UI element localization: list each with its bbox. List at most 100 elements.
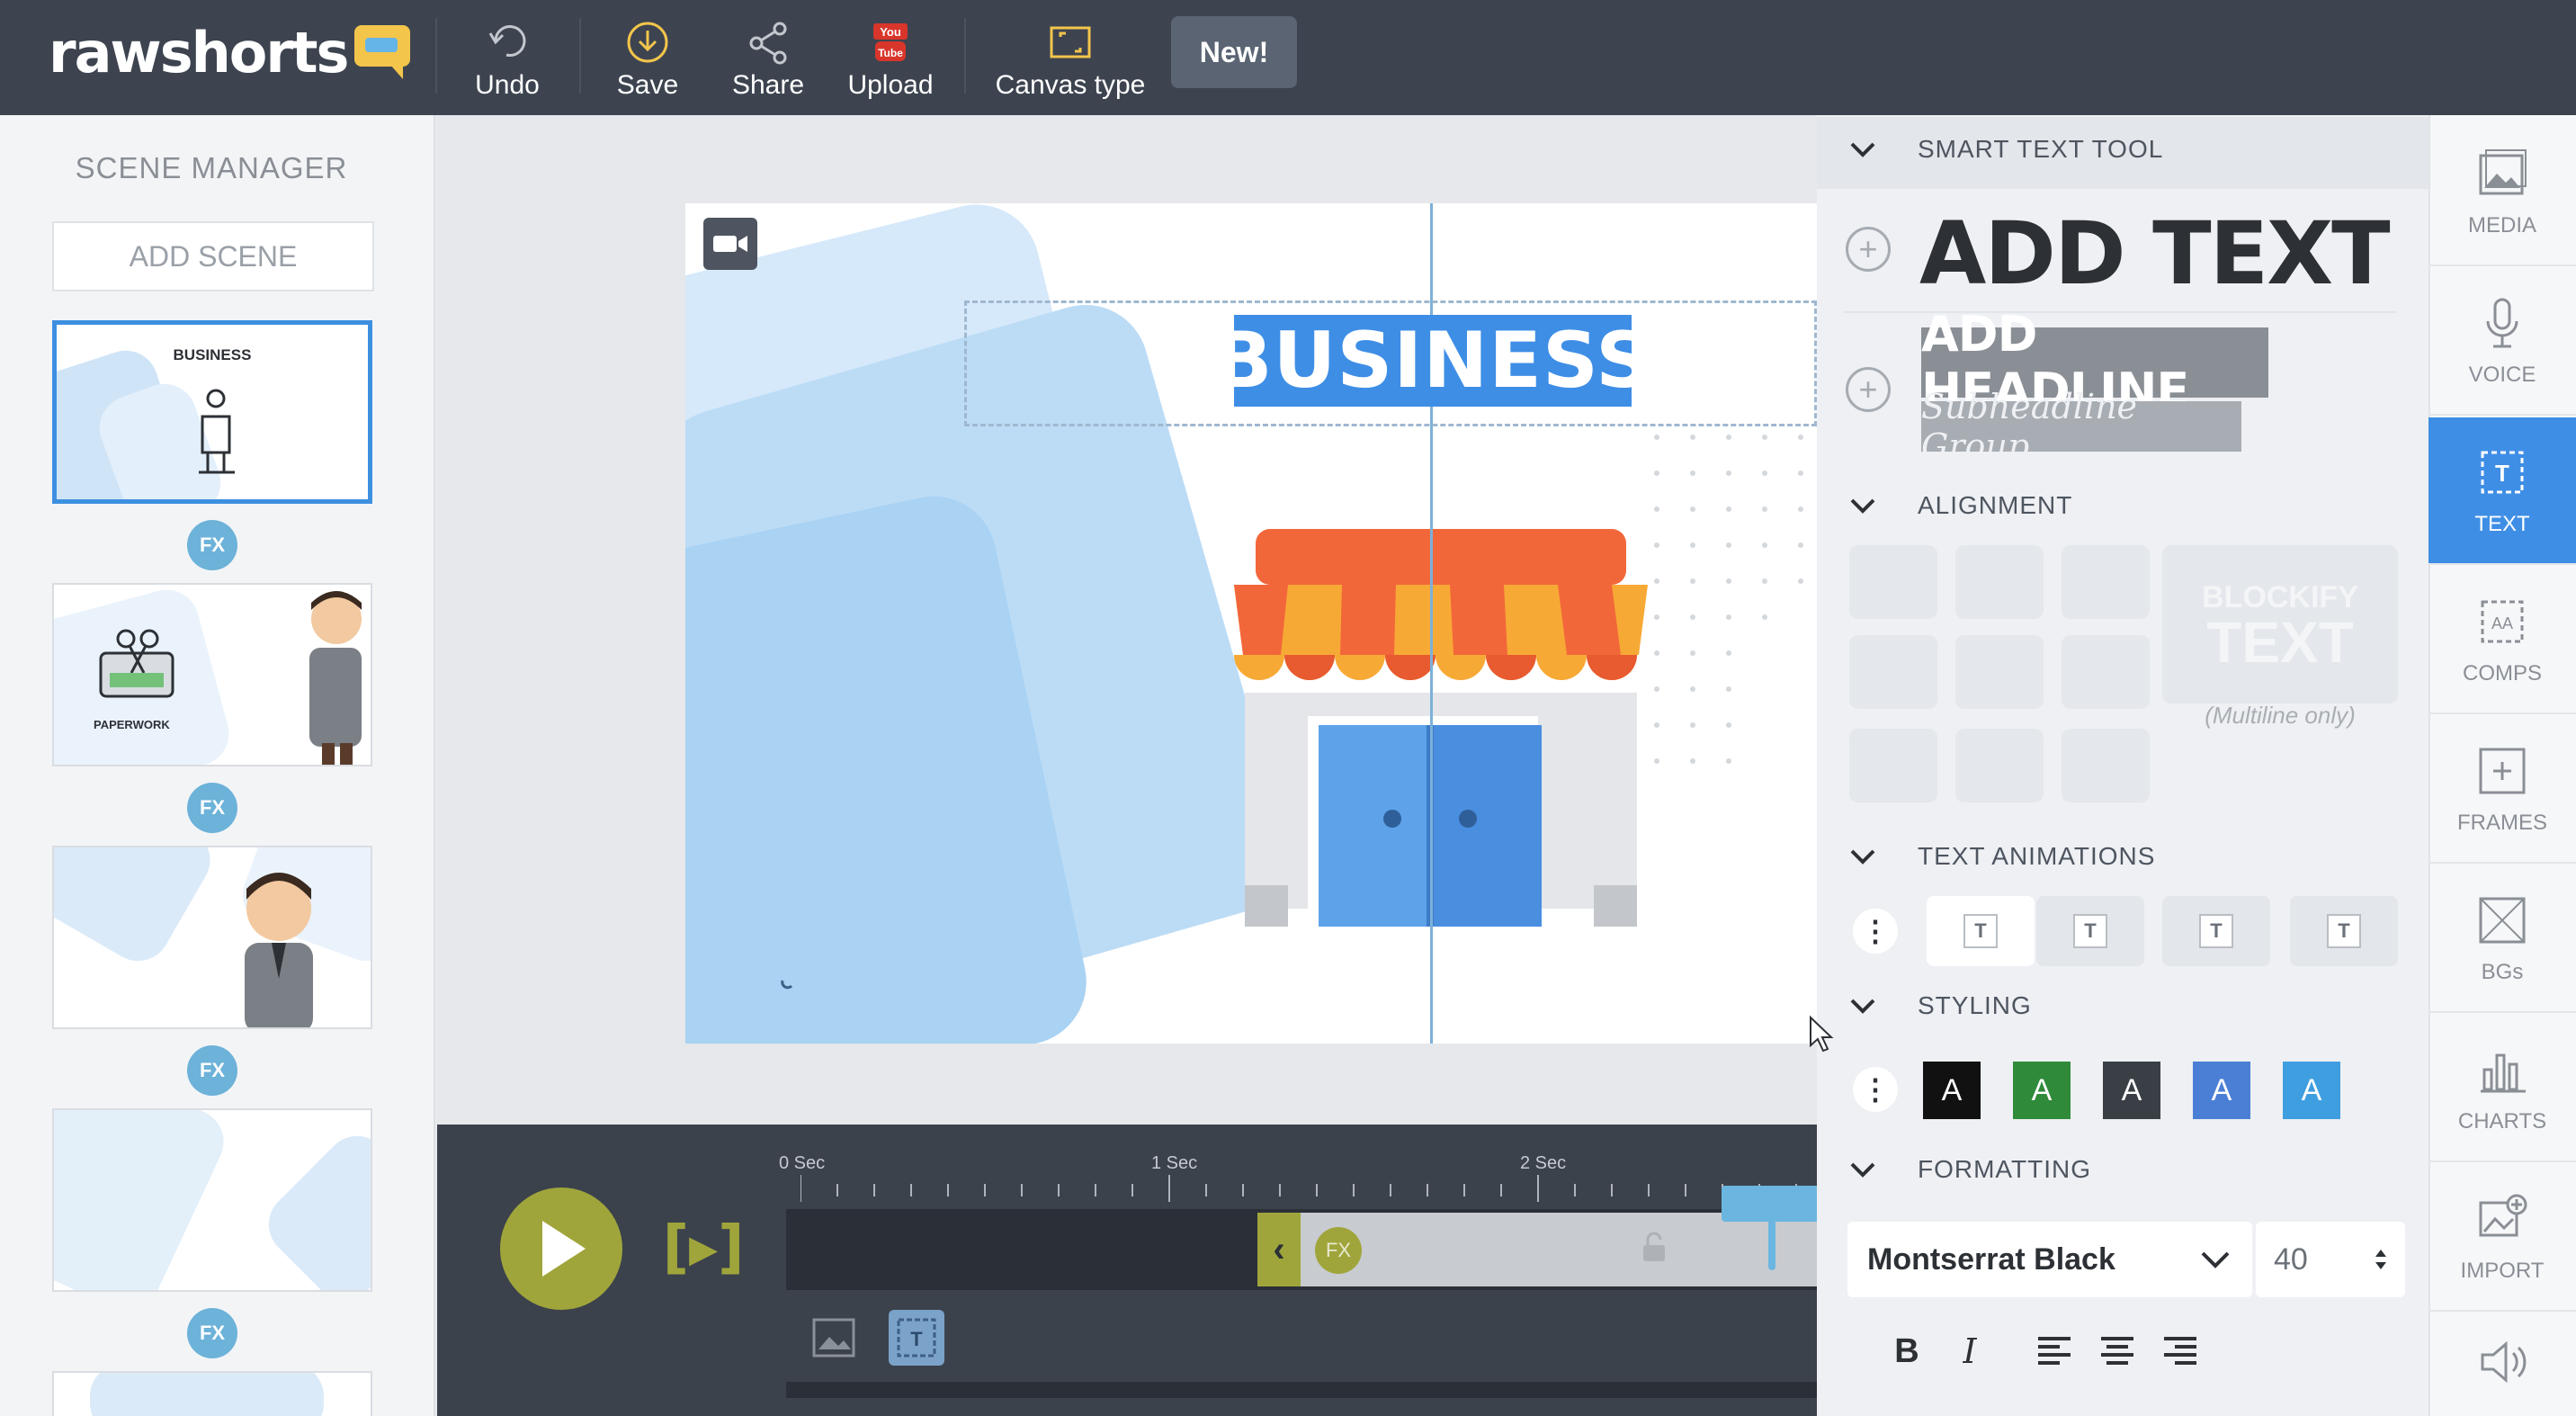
smart-text-tool-section[interactable]: SMART TEXT TOOL	[1849, 135, 2163, 164]
subheadline-group-button[interactable]: Subheadline Group	[1921, 387, 2241, 466]
rail-label: COMPS	[2462, 661, 2542, 686]
align-bottom-right[interactable]	[2062, 729, 2150, 802]
undo-icon	[482, 18, 532, 67]
rotate-handle-icon[interactable]	[779, 973, 797, 991]
scene-2-label: PAPERWORK	[94, 718, 170, 731]
add-text-button[interactable]: ADD TEXT	[1919, 203, 2391, 304]
styling-section[interactable]: STYLING	[1849, 991, 2032, 1020]
rail-charts[interactable]: CHARTS	[2428, 1015, 2576, 1162]
timeline-scrollbar[interactable]	[786, 1382, 1817, 1398]
scene-thumbnail-3[interactable]	[52, 846, 372, 1029]
scene-4-fx-button[interactable]: FX	[187, 1308, 237, 1358]
play-icon	[542, 1221, 586, 1277]
animation-option-3[interactable]: T	[2162, 896, 2270, 966]
rail-voice[interactable]: VOICE	[2428, 268, 2576, 416]
rail-label: CHARTS	[2457, 1109, 2547, 1134]
share-button[interactable]: Share	[725, 7, 811, 101]
play-button[interactable]	[500, 1187, 622, 1310]
align-middle-left[interactable]	[1849, 635, 1937, 709]
timeline-image-tool[interactable]	[806, 1310, 862, 1366]
playhead-line	[1768, 1220, 1775, 1270]
svg-text:T: T	[2495, 460, 2509, 487]
frame-icon	[2473, 742, 2531, 800]
styling-more-icon[interactable]: ⋮	[1853, 1067, 1898, 1112]
canvas-type-label: Canvas type	[995, 70, 1146, 100]
rail-media[interactable]: MEDIA	[2428, 119, 2576, 266]
scene-1-fx-button[interactable]: FX	[187, 520, 237, 570]
add-scene-button[interactable]: ADD SCENE	[52, 221, 374, 291]
scene-2-fx-button[interactable]: FX	[187, 783, 237, 833]
formatting-section[interactable]: FORMATTING	[1849, 1155, 2091, 1184]
ruler-label-1: 1 Sec	[1151, 1153, 1198, 1173]
font-family-select[interactable]: Montserrat Black	[1847, 1222, 2252, 1297]
camera-icon[interactable]	[703, 218, 757, 270]
align-center-button[interactable]	[2092, 1326, 2142, 1376]
chevron-down-icon	[1850, 999, 1875, 1014]
animation-option-1[interactable]: T	[1927, 896, 2035, 966]
rail-frames[interactable]: FRAMES	[2428, 716, 2576, 864]
scene-thumbnail-2[interactable]: PAPERWORK	[52, 583, 372, 766]
align-middle-center[interactable]	[1955, 635, 2044, 709]
upload-button[interactable]: You Tube Upload	[836, 7, 944, 101]
style-swatch-dark-gray[interactable]: A	[2103, 1062, 2160, 1119]
italic-button[interactable]: I	[1945, 1326, 1995, 1376]
text-icon: T	[897, 1318, 936, 1358]
text-animations-section[interactable]: TEXT ANIMATIONS	[1849, 842, 2155, 871]
scene-background-shape	[54, 847, 222, 973]
scene-thumbnail-5[interactable]	[52, 1371, 372, 1416]
rail-import[interactable]: IMPORT	[2428, 1164, 2576, 1312]
playhead-handle[interactable]	[1722, 1186, 1817, 1222]
person-figure-icon	[199, 389, 235, 474]
rawshorts-logo[interactable]: rawshorts	[49, 16, 411, 88]
scene-background-shape	[54, 1110, 235, 1290]
blockify-text-button[interactable]: BLOCKIFY TEXT	[2162, 545, 2398, 704]
scene-thumbnail-1[interactable]: BUSINESS	[52, 320, 372, 504]
section-title: STYLING	[1918, 991, 2032, 1019]
undo-button[interactable]: Undo	[468, 7, 547, 101]
canvas-type-button[interactable]: Canvas type	[988, 7, 1153, 101]
text-align-center-icon	[2101, 1337, 2133, 1365]
alignment-section[interactable]: ALIGNMENT	[1849, 491, 2072, 520]
animation-option-4[interactable]: T	[2290, 896, 2398, 966]
align-top-center[interactable]	[1955, 545, 2044, 619]
scene-3-fx-button[interactable]: FX	[187, 1045, 237, 1096]
style-swatch-blue[interactable]: A	[2193, 1062, 2250, 1119]
style-swatch-light-blue[interactable]: A	[2283, 1062, 2340, 1119]
bold-button[interactable]: B	[1882, 1326, 1932, 1376]
timeline-text-tool[interactable]: T	[889, 1310, 944, 1366]
timeline-ruler[interactable]	[801, 1175, 1817, 1202]
animation-preview-icon: T	[2073, 914, 2107, 948]
add-text-plus-icon[interactable]: +	[1846, 227, 1891, 272]
rail-text[interactable]: T TEXT	[2428, 417, 2576, 565]
new-badge[interactable]: New!	[1171, 16, 1297, 88]
stepper-arrows-icon	[2375, 1250, 2386, 1269]
add-headline-plus-icon[interactable]: +	[1846, 367, 1891, 412]
align-middle-right[interactable]	[2062, 635, 2150, 709]
chevron-down-icon	[1850, 142, 1875, 157]
align-left-button[interactable]	[2029, 1326, 2080, 1376]
align-bottom-left[interactable]	[1849, 729, 1937, 802]
animations-more-icon[interactable]: ⋮	[1853, 909, 1898, 954]
rail-comps[interactable]: AA COMPS	[2428, 567, 2576, 714]
scene-thumbnail-4[interactable]	[52, 1108, 372, 1292]
animation-option-2[interactable]: T	[2036, 896, 2144, 966]
clip-trim-handle[interactable]: ‹	[1257, 1213, 1301, 1286]
rail-backgrounds[interactable]: BGs	[2428, 865, 2576, 1013]
rail-sound[interactable]	[2428, 1313, 2576, 1416]
align-top-left[interactable]	[1849, 545, 1937, 619]
font-size-value: 40	[2274, 1241, 2308, 1277]
lock-icon[interactable]	[1641, 1231, 1668, 1263]
clip-fx-button[interactable]: FX	[1315, 1227, 1362, 1274]
canvas-headline-text[interactable]: BUSINESS	[1213, 315, 1651, 407]
rail-label: VOICE	[2468, 363, 2536, 387]
save-button[interactable]: Save	[608, 7, 687, 101]
align-right-button[interactable]	[2155, 1326, 2205, 1376]
section-title: FORMATTING	[1918, 1155, 2092, 1183]
scene-manager-title: SCENE MANAGER	[75, 151, 348, 184]
style-swatch-green[interactable]: A	[2013, 1062, 2071, 1119]
font-size-select[interactable]: 40	[2256, 1222, 2405, 1297]
skip-to-end-icon[interactable]: [▸]	[662, 1214, 745, 1281]
align-top-right[interactable]	[2062, 545, 2150, 619]
align-bottom-center[interactable]	[1955, 729, 2044, 802]
style-swatch-black[interactable]: A	[1923, 1062, 1981, 1119]
